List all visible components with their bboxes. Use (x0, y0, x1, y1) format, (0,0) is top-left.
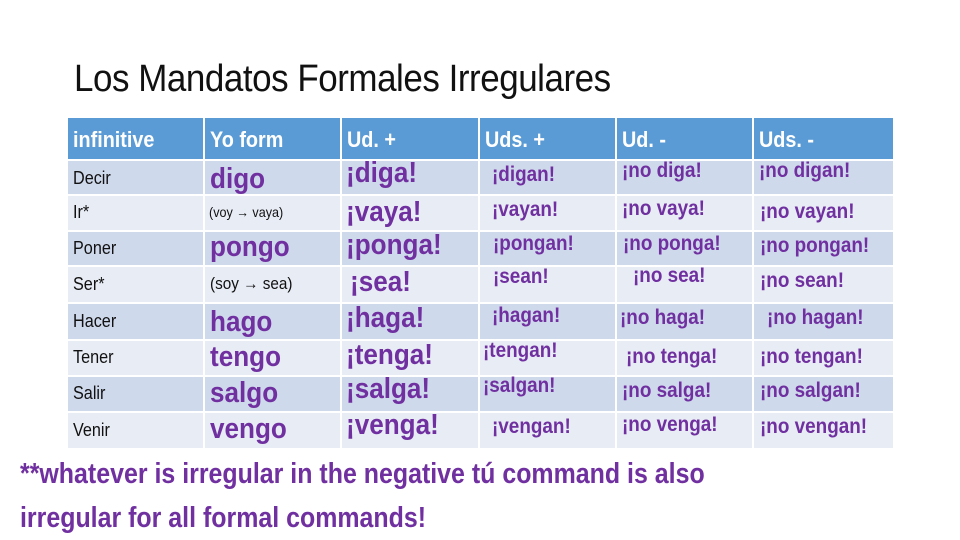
ud-negative-cell: ¡no venga! (617, 413, 754, 448)
uds-negative-cell: ¡no vayan! (760, 200, 855, 223)
ud-positive-cell: ¡salga! (342, 373, 480, 411)
infinitive-cell: Hacer (68, 304, 205, 339)
uds-positive-cell: ¡digan! (480, 161, 617, 194)
uds-negative-cell: ¡no pongan! (760, 234, 870, 257)
table-row: Ser* (soy → sea) ¡sea! ¡sean! ¡no sea! ¡… (68, 264, 893, 302)
table-row: Ir* (voy → vaya) ¡vaya! ¡vayan! ¡no vaya… (68, 196, 893, 230)
uds-positive-cell: ¡vayan! (480, 196, 617, 230)
ud-positive-cell: ¡tenga! (342, 339, 480, 375)
ud-positive-cell: ¡vaya! (342, 196, 480, 230)
ud-positive-cell: ¡venga! (342, 409, 480, 448)
ud-positive-cell: ¡sea! (342, 266, 480, 302)
ud-negative-cell: ¡no tenga! (617, 341, 754, 375)
irregularity-note: **whatever is irregular in the negative … (20, 452, 920, 540)
table-row: Hacer hago ¡haga! ¡hagan! ¡no haga! ¡no … (68, 302, 893, 339)
table-row: Poner pongo ¡ponga! ¡pongan! ¡no ponga! … (68, 229, 893, 265)
infinitive-cell: Tener (68, 341, 205, 375)
yo-form-cell: tengo (205, 341, 342, 375)
infinitive-cell: Decir (68, 161, 205, 194)
header-uds-negative: Uds. - (759, 127, 815, 152)
ud-negative-cell: ¡no diga! (617, 159, 754, 194)
uds-positive-cell: ¡hagan! (480, 304, 617, 339)
header-ud-negative: Ud. - (617, 118, 754, 159)
uds-positive-cell: ¡vengan! (480, 413, 617, 448)
uds-negative-cell: ¡no tengan! (760, 345, 863, 368)
ud-negative-cell: ¡no sea! (617, 264, 754, 302)
yo-form-cell: hago (205, 304, 342, 339)
table-row: Salir salgo ¡salga! ¡salgan! ¡no salga! … (68, 373, 893, 411)
uds-positive-cell: ¡pongan! (480, 232, 617, 265)
table-row: Tener tengo ¡tenga! ¡tengan! ¡no tenga! … (68, 339, 893, 375)
infinitive-cell: Salir (68, 377, 205, 411)
uds-negative-cell: ¡no digan! (759, 159, 851, 182)
infinitive-cell: Venir (68, 413, 205, 448)
uds-negative-cell: ¡no hagan! (767, 306, 864, 329)
ud-negative-cell: ¡no salga! (617, 377, 754, 411)
uds-negative-cell: ¡no vengan! (760, 415, 868, 438)
ud-negative-cell: ¡no ponga! (617, 232, 754, 265)
ud-negative-cell: ¡no haga! (617, 304, 754, 339)
header-ud-positive: Ud. + (342, 118, 480, 159)
table-row: Decir digo ¡diga! ¡digan! ¡no diga! ¡no … (68, 157, 893, 195)
note-line-1: **whatever is irregular in the negative … (20, 458, 705, 490)
ud-positive-cell: ¡ponga! (342, 229, 480, 265)
note-line-2: irregular for all formal commands! (20, 502, 427, 534)
yo-form-cell: (voy → vaya) (205, 196, 342, 230)
uds-positive-cell: ¡sean! (480, 265, 617, 302)
yo-form-cell: salgo (205, 377, 342, 411)
header-infinitive: infinitive (68, 118, 205, 159)
uds-negative-cell: ¡no sean! (760, 269, 845, 292)
table-header-row: infinitive Yo form Ud. + Uds. + Ud. - Ud… (68, 118, 893, 159)
header-yo-form: Yo form (205, 118, 342, 159)
infinitive-cell: Ser* (68, 267, 205, 302)
infinitive-cell: Ir* (68, 196, 205, 230)
table-row: Venir vengo ¡venga! ¡vengan! ¡no venga! … (68, 409, 893, 448)
uds-positive-cell: ¡tengan! (480, 339, 617, 375)
ud-positive-cell: ¡haga! (342, 302, 480, 339)
yo-form-cell: pongo (205, 231, 342, 265)
ud-positive-cell: ¡diga! (342, 157, 480, 194)
yo-form-cell: digo (205, 161, 342, 195)
infinitive-cell: Poner (68, 232, 205, 265)
header-uds-positive: Uds. + (480, 118, 617, 159)
ud-negative-cell: ¡no vaya! (617, 196, 754, 230)
uds-negative-cell: ¡no salgan! (760, 379, 861, 402)
slide-title: Los Mandatos Formales Irregulares (74, 58, 611, 100)
yo-form-cell: (soy → sea) (205, 267, 342, 302)
yo-form-cell: vengo (205, 413, 342, 448)
uds-positive-cell: ¡salgan! (480, 374, 617, 411)
